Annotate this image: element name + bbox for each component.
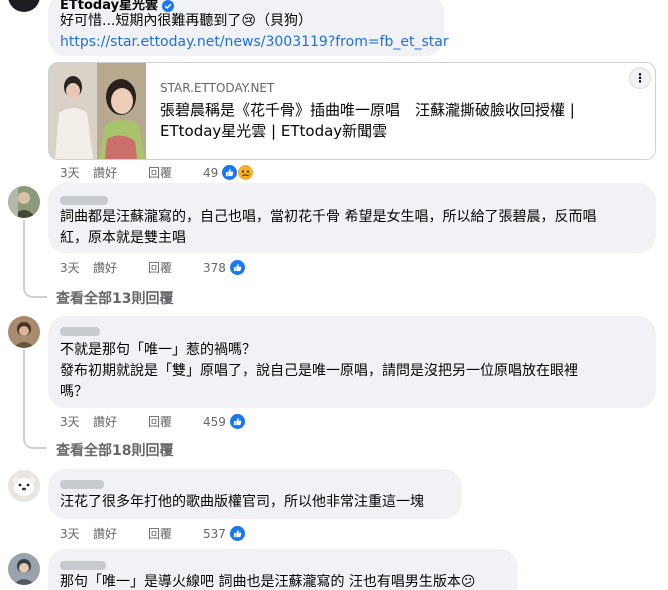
link-preview-thumbnail bbox=[49, 63, 146, 159]
view-replies-link[interactable]: 查看全部18則回覆 bbox=[56, 440, 173, 460]
comment-timestamp[interactable]: 3天 bbox=[60, 525, 93, 542]
comment-link[interactable]: https://star.ettoday.net/news/3003119?fr… bbox=[60, 32, 449, 53]
reaction-count: 378 bbox=[203, 260, 226, 275]
comment-author-blurred[interactable] bbox=[60, 324, 100, 340]
comment-author-blurred[interactable] bbox=[60, 477, 104, 493]
like-reaction-icon bbox=[228, 259, 246, 276]
sad-reaction-icon bbox=[237, 164, 255, 181]
view-replies-link[interactable]: 查看全部13則回覆 bbox=[56, 288, 173, 308]
reply-button[interactable]: 回覆 bbox=[148, 259, 203, 276]
reaction-count: 537 bbox=[203, 526, 226, 541]
avatar[interactable] bbox=[8, 186, 40, 218]
comment-text: 紅，原本就是雙主唱 bbox=[60, 230, 186, 246]
comment-bubble: 不就是那句「唯一」惹的禍嗎？ 發布初期就說是「雙」原唱了，說自己是唯一原唱，請問… bbox=[48, 316, 656, 408]
avatar[interactable] bbox=[8, 553, 40, 585]
avatar[interactable] bbox=[8, 470, 40, 502]
comment-timestamp[interactable]: 3天 bbox=[60, 259, 93, 276]
like-reaction-icon bbox=[228, 413, 246, 430]
comment-bubble: 汪花了很多年打他的歌曲版權官司，所以他非常注重這一塊 bbox=[48, 469, 462, 519]
reply-button[interactable]: 回覆 bbox=[148, 525, 203, 542]
comment-bubble: 那句「唯一」是導火線吧 詞曲也是汪蘇瀧寫的 汪也有唱男生版本😕 bbox=[48, 549, 518, 590]
comment-bubble: 詞曲都是汪蘇瀧寫的，自己也唱，當初花千骨 希望是女生唱，所以給了張碧晨，反而唱 … bbox=[48, 183, 656, 253]
comment-timestamp[interactable]: 3天 bbox=[60, 413, 93, 430]
reaction-summary[interactable]: 537 bbox=[203, 525, 249, 542]
like-reaction-icon bbox=[228, 525, 246, 542]
comment-actions: 3天 讚好 回覆 537 bbox=[60, 525, 249, 542]
comment-actions: 3天 讚好 回覆 378 bbox=[60, 259, 249, 276]
like-button[interactable]: 讚好 bbox=[93, 259, 148, 276]
reply-thread-line bbox=[23, 220, 47, 298]
reaction-summary[interactable]: 378 bbox=[203, 259, 249, 276]
reaction-summary[interactable]: 459 bbox=[203, 413, 249, 430]
comment-actions: 3天 讚好 回覆 459 bbox=[60, 413, 249, 430]
comment-text: 汪花了很多年打他的歌曲版權官司，所以他非常注重這一塊 bbox=[60, 494, 424, 510]
page-avatar[interactable] bbox=[8, 0, 40, 12]
avatar[interactable] bbox=[8, 316, 40, 348]
comment-text: 發布初期就說是「雙」原唱了，說自己是唯一原唱，請問是沒把另一位原唱放在眼裡 bbox=[60, 363, 578, 379]
comment-text: 嗎？ bbox=[60, 384, 88, 400]
reaction-count: 459 bbox=[203, 414, 226, 429]
comment-text: 不就是那句「唯一」惹的禍嗎？ bbox=[60, 342, 256, 358]
link-preview-title[interactable]: 張碧晨稱是《花千骨》插曲唯一原唱 汪蘇瀧撕破臉收回授權 | ETtoday星光雲… bbox=[160, 100, 640, 142]
link-preview-card[interactable]: STAR.ETTODAY.NET 張碧晨稱是《花千骨》插曲唯一原唱 汪蘇瀧撕破臉… bbox=[48, 62, 656, 160]
reply-button[interactable]: 回覆 bbox=[148, 413, 203, 430]
comment-text: 詞曲都是汪蘇瀧寫的，自己也唱，當初花千骨 希望是女生唱，所以給了張碧晨，反而唱 bbox=[60, 209, 597, 225]
reply-button[interactable]: 回覆 bbox=[148, 164, 203, 181]
comment-timestamp[interactable]: 3天 bbox=[60, 164, 93, 181]
like-button[interactable]: 讚好 bbox=[93, 525, 148, 542]
like-button[interactable]: 讚好 bbox=[93, 413, 148, 430]
link-preview-domain: STAR.ETTODAY.NET bbox=[160, 81, 275, 95]
reaction-count: 49 bbox=[203, 165, 219, 180]
more-options-icon[interactable]: ⋮ bbox=[629, 67, 651, 89]
comment-text: 那句「唯一」是導火線吧 詞曲也是汪蘇瀧寫的 汪也有唱男生版本😕 bbox=[60, 574, 476, 590]
like-reaction-icon bbox=[221, 164, 239, 181]
comment-text: 好可惜...短期內很難再聽到了😢（貝狗） bbox=[60, 13, 312, 29]
reaction-summary[interactable]: 49 bbox=[203, 164, 257, 181]
comment-actions: 3天 讚好 回覆 49 bbox=[60, 164, 257, 181]
comment-bubble-page: ETtoday星光雲 好可惜...短期內很難再聽到了😢（貝狗） https://… bbox=[48, 0, 449, 56]
like-button[interactable]: 讚好 bbox=[93, 164, 148, 181]
reply-thread-line bbox=[23, 350, 47, 449]
